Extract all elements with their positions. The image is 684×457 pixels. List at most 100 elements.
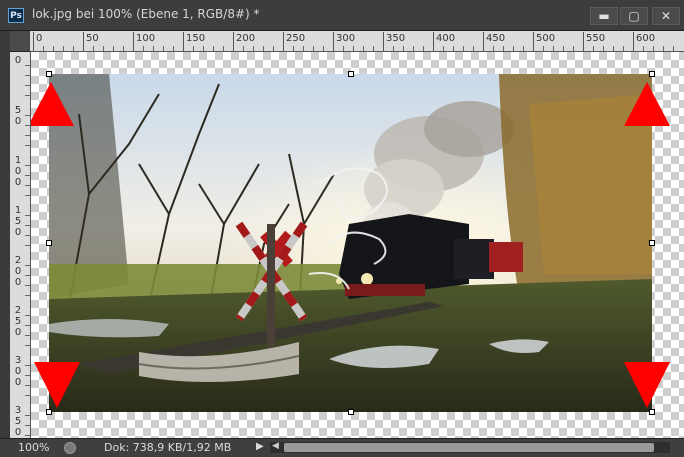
transform-handle[interactable] [348,409,354,415]
ruler-label: 0 [14,377,22,388]
ruler-tick [25,75,30,76]
ruler-tick [25,385,30,386]
ruler-tick [263,46,264,51]
ruler-tick [25,275,30,276]
minimize-button[interactable]: ▬ [590,7,618,25]
ruler-tick [383,32,384,51]
horizontal-scrollbar[interactable]: ◀ [270,441,670,453]
ruler-tick [493,46,494,51]
ruler-label: 600 [636,33,656,44]
ruler-tick [25,425,30,426]
ruler-tick [123,46,124,51]
ruler-tick [413,46,414,51]
transform-handle[interactable] [46,409,52,415]
arrow-up-icon [624,82,670,126]
ruler-tick [573,46,574,51]
ruler-tick [25,145,30,146]
transform-handle[interactable] [649,409,655,415]
ruler-label: 100 [136,33,156,44]
maximize-button[interactable]: ▢ [620,7,648,25]
ruler-label: 0 [14,366,22,377]
ruler-label: 3 [14,405,22,416]
ruler-tick [623,46,624,51]
document-title-bar[interactable]: Ps lok.jpg bei 100% (Ebene 1, RGB/8#) * … [0,0,684,31]
ruler-tick [25,225,30,226]
document-info: Dok: 738,9 KB/1,92 MB [104,441,232,454]
transform-handle[interactable] [46,240,52,246]
ruler-tick [233,32,234,51]
ruler-tick [283,32,284,51]
ruler-tick [25,65,30,66]
ruler-tick [463,46,464,51]
ruler-tick [163,46,164,51]
ruler-tick [25,135,30,136]
ruler-tick [203,46,204,51]
ruler-label: 350 [386,33,406,44]
ruler-tick [433,32,434,51]
ruler-label: 5 [14,216,22,227]
ruler-label: 400 [436,33,456,44]
horizontal-ruler[interactable]: 0 50 100 150 200 250 300 350 400 450 500 550 600 [30,31,684,52]
status-bar: 100% Dok: 738,9 KB/1,92 MB ▶ ◀ [0,438,684,457]
ruler-tick [193,46,194,51]
canvas[interactable] [31,52,684,438]
ruler-tick [553,46,554,51]
ruler-tick [673,46,674,51]
ruler-tick [503,46,504,51]
ruler-label: 1 [14,205,22,216]
zoom-level[interactable]: 100% [18,441,49,454]
ruler-tick [25,175,30,176]
ruler-label: 0 [14,266,22,277]
transform-handle[interactable] [46,71,52,77]
ruler-tick [343,46,344,51]
ruler-tick [25,345,30,346]
document-title: lok.jpg bei 100% (Ebene 1, RGB/8#) * [32,7,260,21]
ruler-tick [25,325,30,326]
status-menu-arrow-icon[interactable]: ▶ [256,441,264,452]
ruler-label: 0 [14,327,22,338]
scroll-left-icon[interactable]: ◀ [272,441,279,451]
ruler-tick [403,46,404,51]
ruler-tick [93,46,94,51]
arrow-up-icon [31,82,74,126]
ruler-tick [25,95,30,96]
ruler-tick [25,115,30,116]
ruler-tick [73,46,74,51]
ruler-tick [25,185,30,186]
ruler-label: 0 [14,177,22,188]
transform-handle[interactable] [649,71,655,77]
photoshop-icon: Ps [8,8,24,23]
vertical-ruler[interactable]: 050100150200250300350 [10,52,31,446]
ruler-label: 550 [586,33,606,44]
ruler-tick [563,46,564,51]
transform-handle[interactable] [348,71,354,77]
ruler-tick [25,235,30,236]
status-icon[interactable] [64,442,76,454]
close-button[interactable]: ✕ [652,7,680,25]
ruler-tick [653,46,654,51]
ruler-label: 50 [86,33,99,44]
ruler-tick [313,46,314,51]
ruler-origin[interactable] [10,31,31,52]
ruler-tick [113,46,114,51]
ruler-tick [533,32,534,51]
ruler-tick [63,46,64,51]
photo-layer[interactable] [49,74,652,412]
ruler-tick [25,265,30,266]
ruler-label: 500 [536,33,556,44]
ruler-tick [473,46,474,51]
ruler-tick [25,315,30,316]
ruler-label: 2 [14,255,22,266]
transform-handle[interactable] [649,240,655,246]
ruler-tick [43,46,44,51]
ruler-tick [25,335,30,336]
scrollbar-thumb[interactable] [284,443,654,452]
ruler-label: 5 [14,316,22,327]
ruler-tick [223,46,224,51]
ruler-tick [333,32,334,51]
ruler-tick [603,46,604,51]
ruler-tick [133,32,134,51]
ruler-tick [25,295,30,296]
ruler-tick [583,32,584,51]
ruler-tick [663,46,664,51]
